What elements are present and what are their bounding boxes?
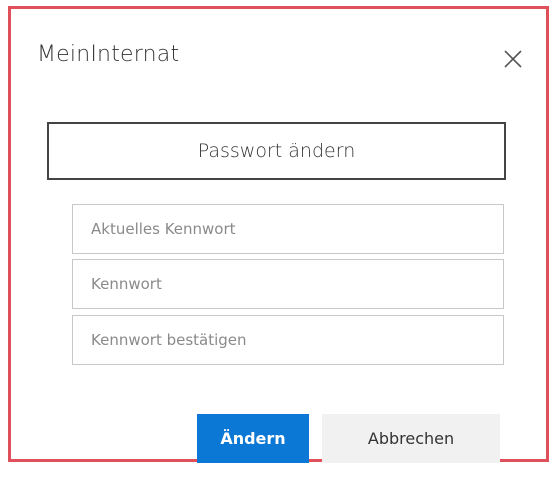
close-icon bbox=[504, 50, 522, 68]
current-password-field[interactable] bbox=[72, 204, 504, 254]
change-button[interactable]: Ändern bbox=[197, 414, 309, 463]
close-button[interactable] bbox=[498, 44, 528, 74]
confirm-password-field[interactable] bbox=[72, 315, 504, 365]
new-password-field[interactable] bbox=[72, 259, 504, 309]
cancel-button[interactable]: Abbrechen bbox=[322, 414, 500, 463]
section-heading: Passwort ändern bbox=[47, 122, 506, 180]
dialog-title: MeinInternat bbox=[37, 42, 180, 67]
